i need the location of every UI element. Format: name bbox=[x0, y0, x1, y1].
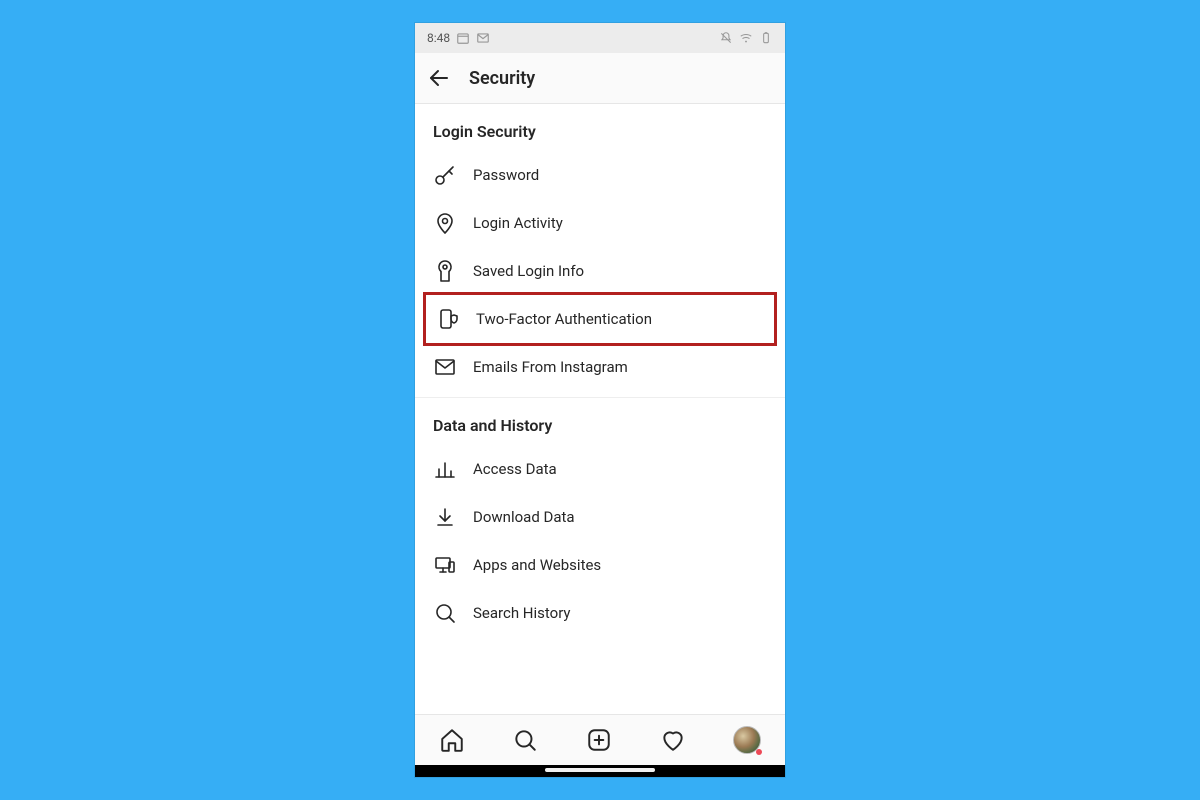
settings-row-saved-login[interactable]: Saved Login Info bbox=[415, 247, 785, 295]
keyhole-icon bbox=[433, 259, 457, 283]
title-bar: Security bbox=[415, 53, 785, 104]
nav-add-icon[interactable] bbox=[586, 727, 612, 753]
back-arrow-icon[interactable] bbox=[427, 66, 451, 90]
phone-shield-icon bbox=[436, 307, 460, 331]
bar-chart-icon bbox=[433, 457, 457, 481]
status-time: 8:48 bbox=[427, 31, 450, 45]
nav-home-icon[interactable] bbox=[439, 727, 465, 753]
settings-row-label: Password bbox=[473, 166, 539, 184]
settings-row-label: Saved Login Info bbox=[473, 262, 584, 280]
mute-icon bbox=[719, 31, 733, 45]
gesture-bar bbox=[415, 765, 785, 777]
nav-profile-avatar[interactable] bbox=[733, 726, 761, 754]
settings-row-label: Two-Factor Authentication bbox=[476, 310, 652, 328]
notification-dot-icon bbox=[756, 749, 762, 755]
settings-row-label: Download Data bbox=[473, 508, 575, 526]
calendar-icon bbox=[456, 31, 470, 45]
status-bar: 8:48 bbox=[415, 23, 785, 53]
settings-row-two-factor[interactable]: Two-Factor Authentication bbox=[423, 292, 777, 346]
settings-row-access-data[interactable]: Access Data bbox=[415, 445, 785, 493]
settings-row-apps-websites[interactable]: Apps and Websites bbox=[415, 541, 785, 589]
search-icon bbox=[433, 601, 457, 625]
settings-content: Login Security Password Login Activity Save… bbox=[415, 104, 785, 637]
section-header: Login Security bbox=[415, 104, 785, 151]
location-pin-icon bbox=[433, 211, 457, 235]
settings-row-password[interactable]: Password bbox=[415, 151, 785, 199]
key-icon bbox=[433, 163, 457, 187]
devices-icon bbox=[433, 553, 457, 577]
settings-row-emails[interactable]: Emails From Instagram bbox=[415, 343, 785, 391]
settings-row-login-activity[interactable]: Login Activity bbox=[415, 199, 785, 247]
wifi-icon bbox=[739, 31, 753, 45]
status-right bbox=[719, 31, 773, 45]
settings-row-label: Apps and Websites bbox=[473, 556, 601, 574]
settings-row-label: Search History bbox=[473, 604, 571, 622]
battery-icon bbox=[759, 31, 773, 45]
mail-icon bbox=[433, 355, 457, 379]
nav-activity-icon[interactable] bbox=[660, 727, 686, 753]
nav-search-icon[interactable] bbox=[512, 727, 538, 753]
download-icon bbox=[433, 505, 457, 529]
settings-row-label: Emails From Instagram bbox=[473, 358, 628, 376]
settings-row-search-history[interactable]: Search History bbox=[415, 589, 785, 637]
mail-status-icon bbox=[476, 31, 490, 45]
settings-row-label: Access Data bbox=[473, 460, 557, 478]
phone-frame: 8:48 Security Login Security Password bbox=[415, 23, 785, 777]
settings-row-download-data[interactable]: Download Data bbox=[415, 493, 785, 541]
status-left: 8:48 bbox=[427, 31, 490, 45]
settings-row-label: Login Activity bbox=[473, 214, 563, 232]
section-header: Data and History bbox=[415, 398, 785, 445]
page-title: Security bbox=[469, 68, 535, 89]
bottom-nav bbox=[415, 714, 785, 765]
